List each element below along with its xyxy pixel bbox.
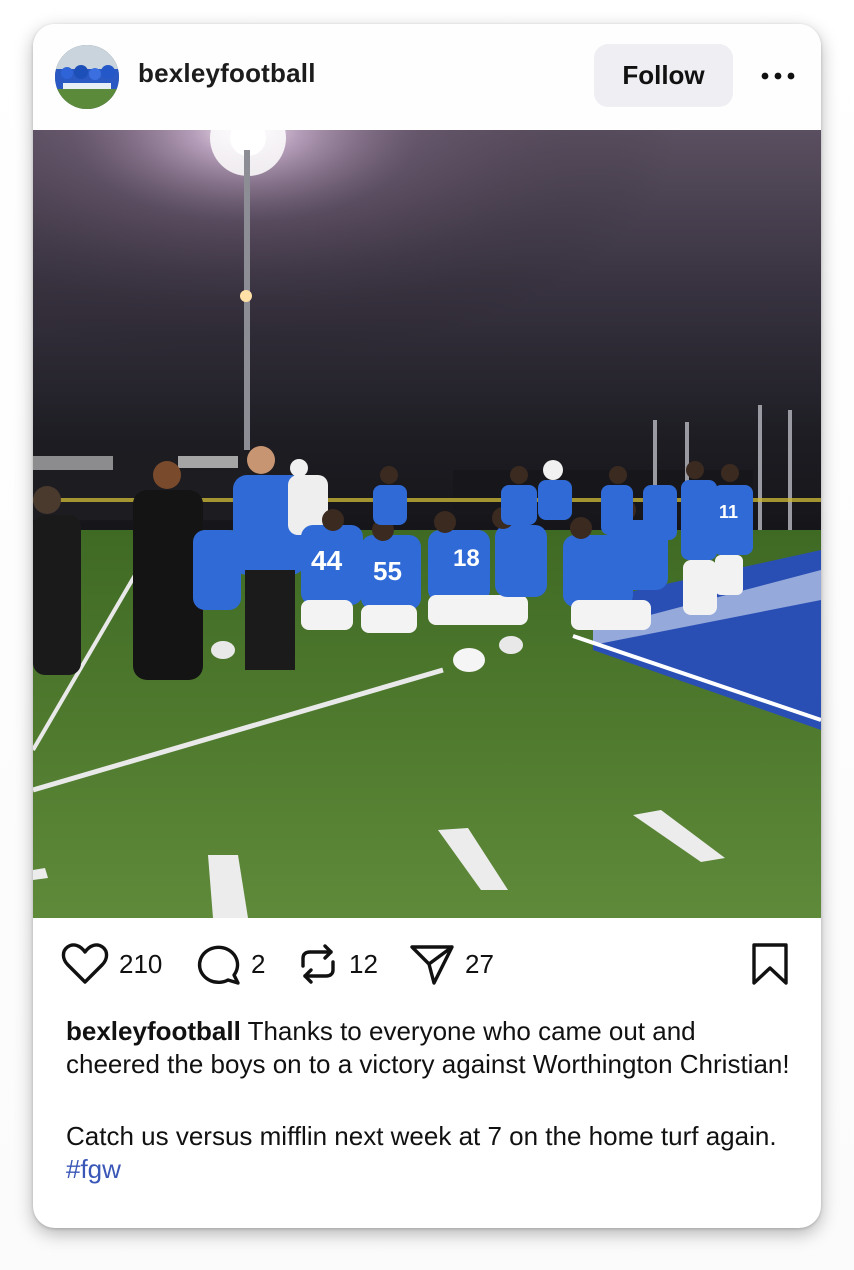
- follow-button[interactable]: Follow: [594, 44, 733, 107]
- screenshot-stage: bexleyfootball Follow 44 55 18 11 210 2 …: [0, 0, 854, 1270]
- share-count: 27: [465, 948, 494, 979]
- hashtag-link[interactable]: #fgw: [66, 1154, 121, 1184]
- comment-count: 2: [251, 948, 266, 979]
- post-photo[interactable]: 44 55 18 11: [33, 130, 821, 918]
- bookmark-icon: [752, 943, 788, 985]
- jersey-number-55: 55: [373, 556, 402, 586]
- heart-icon: [61, 943, 109, 984]
- comment-action[interactable]: 2: [195, 942, 265, 986]
- avatar-image: [55, 45, 119, 109]
- caption-text-2: Catch us versus mifflin next week at 7 o…: [66, 1121, 777, 1151]
- profile-avatar[interactable]: [55, 45, 119, 109]
- more-options-button[interactable]: [755, 57, 801, 95]
- post-header: bexleyfootball Follow: [33, 24, 821, 130]
- post-actions: 210 2 12 27: [33, 918, 821, 1013]
- post-caption: bexleyfootball Thanks to everyone who ca…: [66, 1015, 791, 1185]
- share-action[interactable]: 27: [409, 942, 494, 986]
- repost-icon: [301, 944, 335, 984]
- save-action[interactable]: [751, 942, 789, 986]
- like-action[interactable]: 210: [61, 942, 162, 986]
- header-username[interactable]: bexleyfootball: [138, 58, 316, 89]
- photo-illustration: 44 55 18 11: [33, 130, 821, 918]
- jersey-number-44: 44: [311, 545, 343, 576]
- send-icon: [410, 945, 454, 985]
- like-count: 210: [119, 948, 163, 979]
- caption-paragraph-2: Catch us versus mifflin next week at 7 o…: [66, 1120, 791, 1185]
- repost-count: 12: [349, 948, 378, 979]
- caption-username[interactable]: bexleyfootball: [66, 1016, 241, 1046]
- comment-icon: [197, 945, 240, 985]
- caption-paragraph-1: bexleyfootball Thanks to everyone who ca…: [66, 1015, 791, 1080]
- post-card: bexleyfootball Follow 44 55 18 11 210 2 …: [33, 24, 821, 1228]
- repost-action[interactable]: 12: [297, 942, 378, 986]
- more-horizontal-icon: [761, 72, 795, 80]
- jersey-number-18: 18: [453, 545, 480, 572]
- jersey-number-11: 11: [719, 502, 738, 522]
